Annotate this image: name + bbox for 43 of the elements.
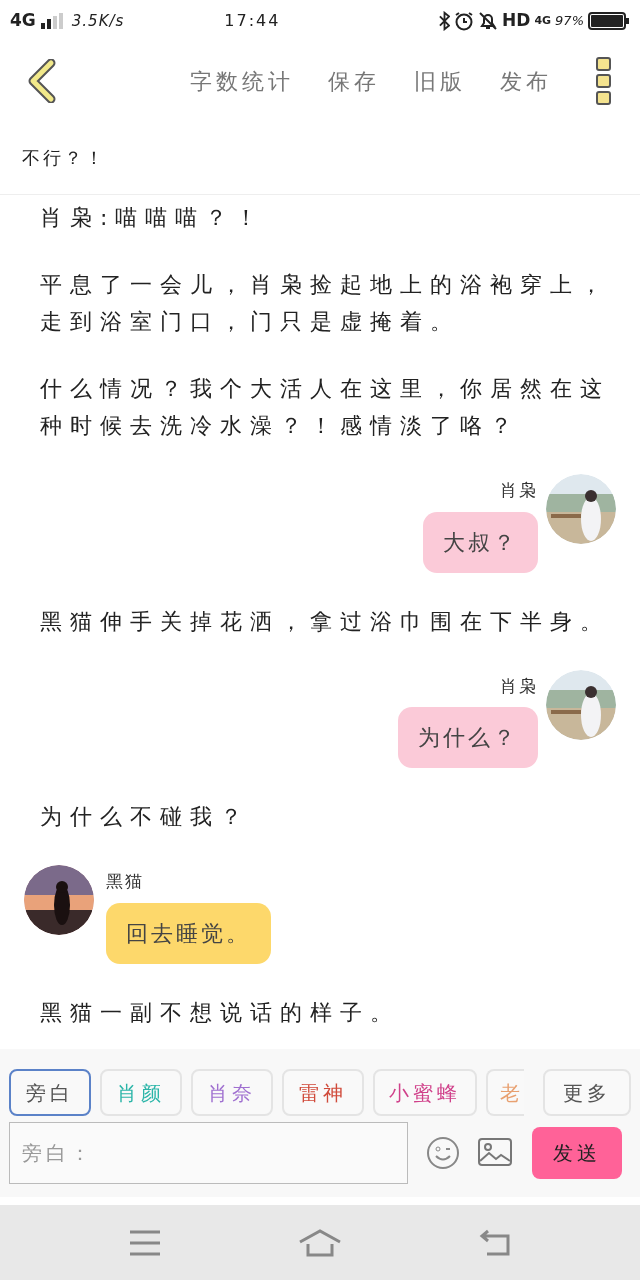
story-paragraph: 平息了一会儿，肖枭捡起地上的浴袍穿上，走到浴室门口，门只是虚掩着。 <box>39 271 611 336</box>
signal-icon <box>39 13 64 29</box>
smiley-icon[interactable] <box>426 1136 460 1170</box>
story-paragraph: 黑猫一副不想说话的样子。 <box>39 998 401 1027</box>
muted-bell-icon <box>478 11 499 31</box>
menu-icon[interactable] <box>128 1229 161 1256</box>
menu-icon <box>596 57 612 105</box>
sender-name: 肖枭 <box>500 674 538 698</box>
role-tab[interactable]: 小蜜蜂 <box>373 1069 477 1116</box>
sender-name: 肖枭 <box>500 479 538 502</box>
role-tab[interactable]: 雷神 <box>282 1069 364 1116</box>
battery-label: 97% <box>555 12 584 31</box>
story-paragraph: 什么情况？我个大活人在这里，你居然在这种时候去洗冷水澡？！感情淡了咯？ <box>39 375 611 440</box>
home-icon[interactable] <box>298 1228 342 1257</box>
input-field[interactable]: 旁白： <box>9 1122 408 1184</box>
more-button[interactable]: 更多 <box>543 1069 631 1116</box>
story-paragraph: 肖枭:喵喵喵？！ <box>39 204 267 232</box>
role-tab[interactable]: 旁白 <box>9 1069 91 1116</box>
toolbar-action[interactable]: 旧版 <box>414 64 466 98</box>
clock: 17:44 <box>224 10 281 32</box>
back-icon[interactable] <box>479 1228 512 1257</box>
battery-icon <box>588 11 630 31</box>
toolbar-action[interactable]: 字数统计 <box>190 64 294 98</box>
pinned-text: 不行？！ <box>22 145 106 170</box>
image-icon[interactable] <box>478 1138 512 1168</box>
chat-bubble: 大叔？ <box>423 511 538 573</box>
alarm-icon <box>454 11 475 31</box>
hd-label: HD <box>502 9 531 33</box>
story-paragraph: 黑猫伸手关掉花洒，拿过浴巾围在下半身。 <box>39 607 611 636</box>
chat-bubble: 回去睡觉。 <box>106 902 271 964</box>
role-tab[interactable]: 肖奈 <box>191 1069 273 1116</box>
toolbar-action[interactable]: 保存 <box>328 64 380 98</box>
network-label: 4G <box>534 12 552 29</box>
toolbar-action[interactable]: 发布 <box>500 64 552 98</box>
role-tab[interactable]: 肖颜 <box>100 1069 182 1116</box>
sender-name: 黑猫 <box>106 870 144 893</box>
speed-label: 3.5K/s <box>71 10 125 32</box>
network-label: 4G <box>10 9 36 33</box>
story-paragraph: 为什么不碰我？ <box>39 803 251 831</box>
chevron-left-icon <box>27 59 57 103</box>
bluetooth-icon <box>439 11 451 31</box>
chat-bubble: 为什么？ <box>398 707 538 768</box>
send-button[interactable]: 发送 <box>532 1127 622 1179</box>
